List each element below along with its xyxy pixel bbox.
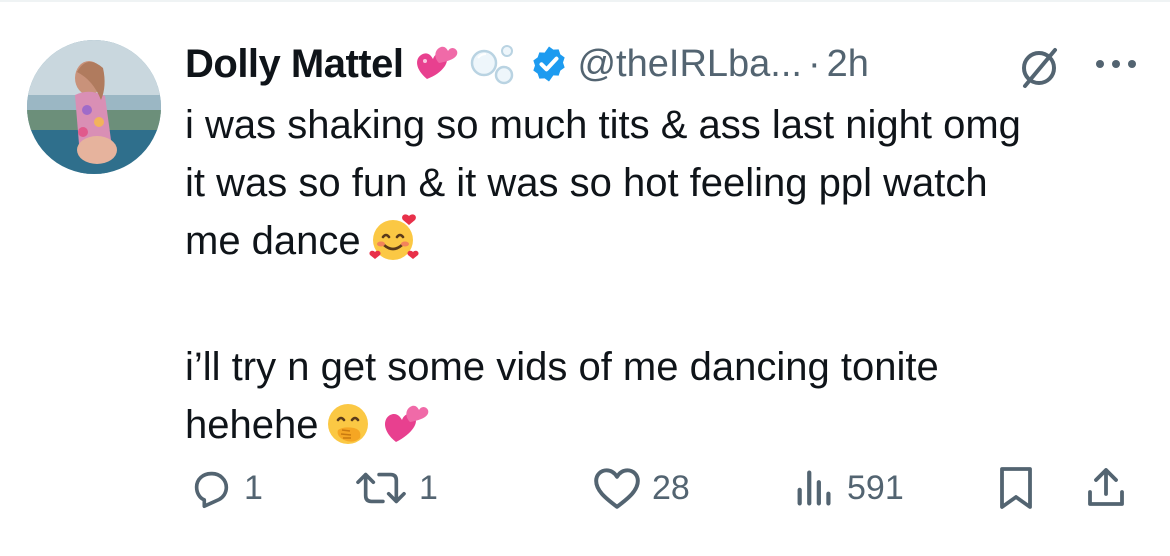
tweet-line: i’ll try n get some vids of me dancing t… xyxy=(185,345,939,389)
tweet-header: Dolly Mattel @theIRLba... · 2h xyxy=(185,36,869,92)
analytics-icon xyxy=(797,470,831,506)
heart-icon xyxy=(594,468,640,509)
views-button[interactable]: 591 xyxy=(793,460,904,516)
like-count: 28 xyxy=(652,468,690,507)
sparkling-heart-emoji xyxy=(413,41,459,87)
timestamp[interactable]: 2h xyxy=(827,43,869,86)
sparkling-heart-emoji xyxy=(380,400,432,464)
tweet-line: hehehe xyxy=(185,396,1145,464)
grok-icon[interactable] xyxy=(1015,44,1063,97)
like-button[interactable]: 28 xyxy=(592,460,690,516)
reply-icon xyxy=(194,471,229,509)
reply-button[interactable]: 1 xyxy=(188,460,263,516)
verified-badge-icon[interactable] xyxy=(529,44,569,84)
share-icon xyxy=(1088,468,1124,506)
face-with-hand-over-mouth-emoji xyxy=(324,400,374,464)
more-options-icon[interactable] xyxy=(1090,44,1142,89)
tweet-actions-bar: 1 1 28 591 xyxy=(0,460,1170,520)
tweet-text: i was shaking so much tits & ass last ni… xyxy=(185,96,1145,464)
tweet-line-text: me dance xyxy=(185,219,361,263)
reply-count: 1 xyxy=(244,468,263,507)
tweet-line: i was shaking so much tits & ass last ni… xyxy=(185,103,1021,147)
tweet-line-text: hehehe xyxy=(185,403,319,447)
retweet-button[interactable]: 1 xyxy=(353,460,438,516)
bookmark-icon xyxy=(1000,467,1032,509)
tweet-line: me dance xyxy=(185,212,1145,280)
display-name[interactable]: Dolly Mattel xyxy=(185,42,404,87)
retweet-count: 1 xyxy=(419,468,438,507)
views-count: 591 xyxy=(847,468,904,507)
bubbles-emoji xyxy=(469,41,519,87)
avatar[interactable] xyxy=(27,40,161,174)
smiling-face-with-hearts-emoji xyxy=(367,212,423,280)
share-button[interactable] xyxy=(1084,460,1128,516)
user-handle[interactable]: @theIRLba... xyxy=(577,43,801,86)
tweet-line: it was so fun & it was so hot feeling pp… xyxy=(185,161,988,205)
bookmark-button[interactable] xyxy=(996,460,1036,516)
separator-dot: · xyxy=(807,42,821,85)
retweet-icon xyxy=(356,472,406,504)
top-divider xyxy=(0,0,1170,2)
